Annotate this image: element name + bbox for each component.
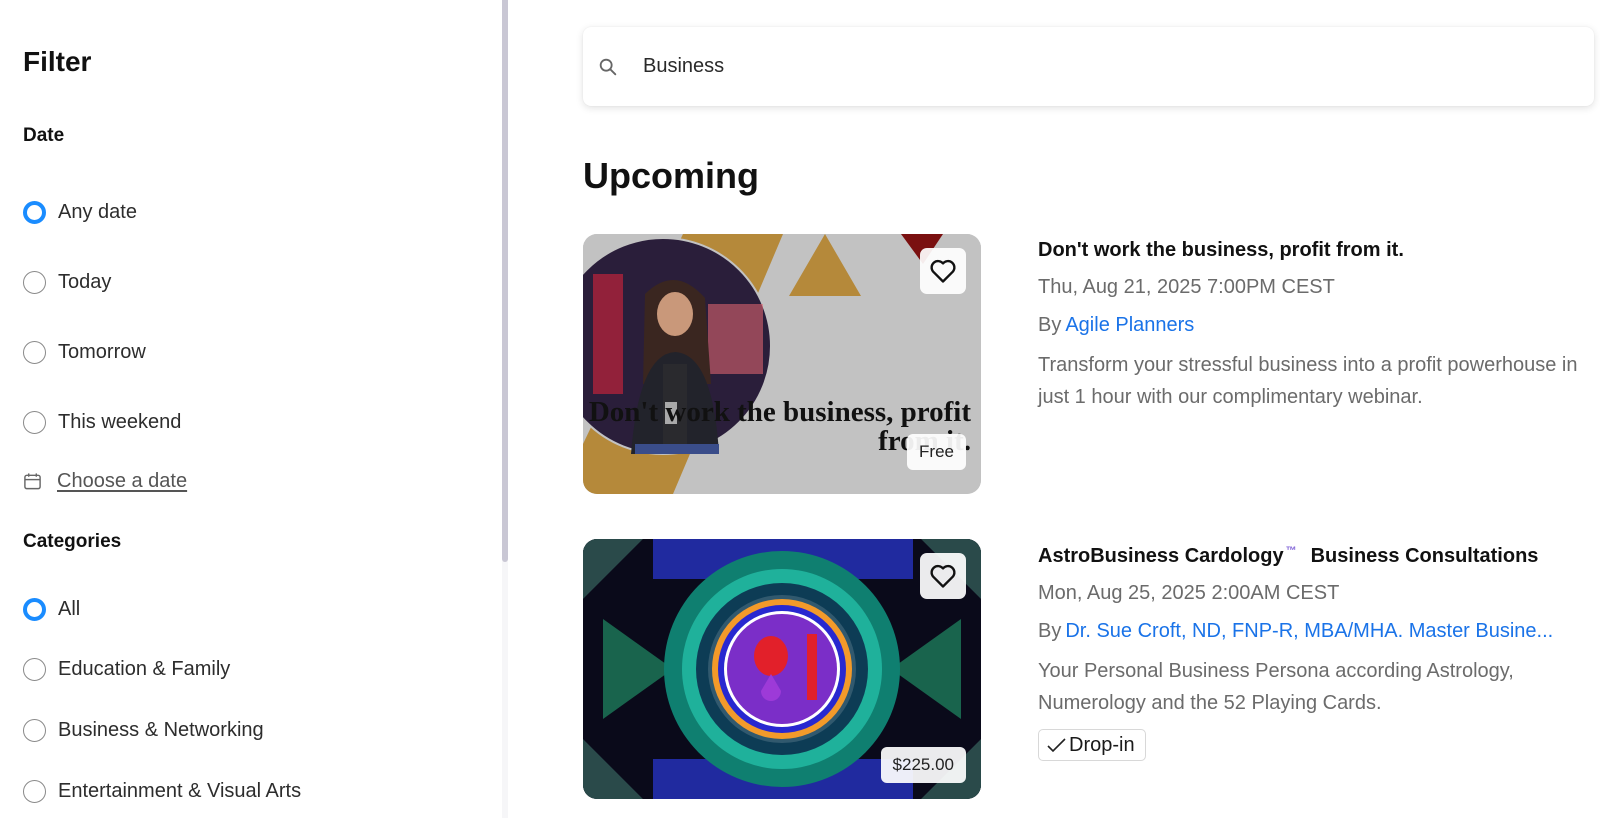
radio-unchecked[interactable] [23, 340, 46, 364]
event-description: Your Personal Business Persona according… [1038, 660, 1514, 714]
event-title[interactable]: Don't work the business, profit from it. [1038, 239, 1404, 262]
event-date: Mon, Aug 25, 2025 2:00AM CEST [1038, 582, 1340, 604]
radio-checked[interactable] [23, 597, 46, 621]
date-option-label: Tomorrow [58, 340, 146, 363]
search-input[interactable] [643, 55, 1543, 78]
search-bar[interactable] [583, 27, 1594, 106]
event-title[interactable]: AstroBusiness Cardology ™ Business Consult… [1038, 545, 1538, 568]
sidebar-scrollbar-thumb[interactable] [502, 0, 508, 562]
category-option-all[interactable]: All [23, 595, 80, 623]
search-icon [599, 58, 617, 75]
category-option-label: Education & Family [58, 657, 231, 680]
organizer-link[interactable]: Agile Planners [1065, 314, 1194, 336]
radio-unchecked[interactable] [23, 410, 46, 434]
heart-icon [930, 564, 956, 588]
heart-icon [930, 259, 956, 283]
date-section-title: Date [23, 125, 65, 146]
radio-unchecked[interactable] [23, 718, 46, 742]
radio-checked[interactable] [23, 200, 46, 224]
date-option-any-date[interactable]: Any date [23, 198, 137, 226]
event-image[interactable]: $225.00 [583, 539, 981, 799]
date-option-this-weekend[interactable]: This weekend [23, 408, 181, 436]
favorite-button[interactable] [920, 248, 966, 294]
price-badge: $225.00 [880, 747, 966, 783]
filter-title: Filter [23, 46, 92, 77]
date-option-label: This weekend [58, 410, 182, 433]
price-badge: Free [907, 434, 966, 470]
filter-sidebar: Filter Date Any date Today Tomorrow This… [0, 0, 494, 818]
category-option-label: All [58, 597, 81, 620]
event-organizer-line: By Dr. Sue Croft, ND, FNP-R, MBA/MHA. Mas… [1038, 620, 1553, 643]
radio-unchecked[interactable] [23, 657, 46, 681]
event-title-part: AstroBusiness Cardology [1038, 545, 1284, 567]
category-option-business-networking[interactable]: Business & Networking [23, 716, 264, 744]
event-description: Transform your stressful business into a… [1038, 354, 1578, 408]
radio-unchecked[interactable] [23, 270, 46, 294]
organizer-link[interactable]: Dr. Sue Croft, ND, FNP-R, MBA/MHA. Maste… [1065, 620, 1553, 642]
event-organizer-line: By Agile Planners [1038, 314, 1194, 337]
trademark-symbol: ™ [1285, 545, 1297, 558]
checkmark-icon [1047, 738, 1066, 753]
category-option-entertainment-visual-arts[interactable]: Entertainment & Visual Arts [23, 777, 301, 805]
categories-section-title: Categories [23, 531, 122, 552]
radio-unchecked[interactable] [23, 779, 46, 803]
date-option-today[interactable]: Today [23, 268, 111, 296]
upcoming-heading: Upcoming [583, 155, 759, 196]
event-image[interactable]: Don't work the business, profit from it.… [583, 234, 981, 494]
choose-a-date-link[interactable]: Choose a date [23, 470, 187, 493]
event-date: Thu, Aug 21, 2025 7:00PM CEST [1038, 276, 1335, 298]
category-option-education-family[interactable]: Education & Family [23, 655, 230, 683]
event-title-part: Business Consultations [1310, 545, 1539, 567]
date-option-tomorrow[interactable]: Tomorrow [23, 338, 146, 366]
drop-in-label: Drop-in [1069, 733, 1135, 756]
by-label: By [1038, 620, 1062, 642]
date-option-label: Today [58, 270, 112, 293]
drop-in-tag: Drop-in [1038, 729, 1146, 761]
category-option-label: Entertainment & Visual Arts [58, 779, 302, 802]
date-option-label: Any date [58, 200, 137, 223]
by-label: By [1038, 314, 1062, 336]
favorite-button[interactable] [920, 553, 966, 599]
category-option-label: Business & Networking [58, 718, 264, 741]
choose-a-date-label: Choose a date [57, 470, 188, 492]
calendar-icon [24, 473, 41, 490]
